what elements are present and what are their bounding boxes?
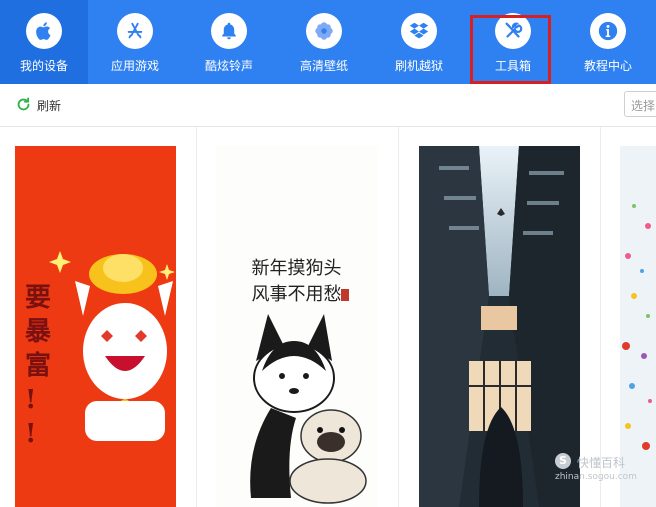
toolbox-highlight-box xyxy=(470,15,551,84)
nav-item-tutorials[interactable]: 教程中心 xyxy=(560,0,656,84)
wallpaper-toolbar: 刷新 xyxy=(0,84,656,127)
nav-label: 教程中心 xyxy=(583,59,632,73)
wallpaper-text: 要暴富!! xyxy=(25,283,52,449)
top-navigation-bar: 我的设备 应用游戏 酷炫铃声 高清壁纸 刷机越狱 工具箱 教程中心 xyxy=(0,0,656,84)
nav-label: 应用游戏 xyxy=(110,59,159,73)
refresh-icon xyxy=(17,97,30,111)
watermark-text: 快懂百科 xyxy=(577,456,626,470)
nav-label: 刷机越狱 xyxy=(394,59,443,73)
tile-divider xyxy=(398,127,399,507)
nav-label: 高清壁纸 xyxy=(299,59,348,73)
nav-item-apps-games[interactable]: 应用游戏 xyxy=(88,0,182,84)
watermark: S 快懂百科 zhinan.sogou.com xyxy=(555,450,655,490)
app-store-icon xyxy=(117,13,153,49)
watermark-logo-icon: S xyxy=(555,453,571,469)
category-select[interactable]: 选择 xyxy=(624,91,656,117)
husky-pug-illustration xyxy=(250,289,367,504)
dropbox-icon xyxy=(401,13,437,49)
watermark-url: zhinan.sogou.com xyxy=(555,472,637,482)
apple-icon xyxy=(26,13,62,49)
flower-icon xyxy=(306,13,342,49)
select-placeholder: 选择 xyxy=(631,99,656,113)
nav-item-ringtones[interactable]: 酷炫铃声 xyxy=(182,0,276,84)
wallpaper-thumbnail-husky[interactable]: 新年摸狗头 风事不用愁 xyxy=(216,146,377,507)
info-icon xyxy=(590,13,626,49)
nav-label: 酷炫铃声 xyxy=(204,59,253,73)
nav-item-my-device[interactable]: 我的设备 xyxy=(0,0,88,84)
nav-item-wallpapers[interactable]: 高清壁纸 xyxy=(276,0,372,84)
tile-divider xyxy=(196,127,197,507)
refresh-label: 刷新 xyxy=(37,99,62,113)
bell-icon xyxy=(211,13,247,49)
nav-item-jailbreak[interactable]: 刷机越狱 xyxy=(372,0,466,84)
nav-label: 我的设备 xyxy=(19,59,68,73)
wallpaper-thumbnail-rich[interactable]: 要暴富!! xyxy=(15,146,176,507)
